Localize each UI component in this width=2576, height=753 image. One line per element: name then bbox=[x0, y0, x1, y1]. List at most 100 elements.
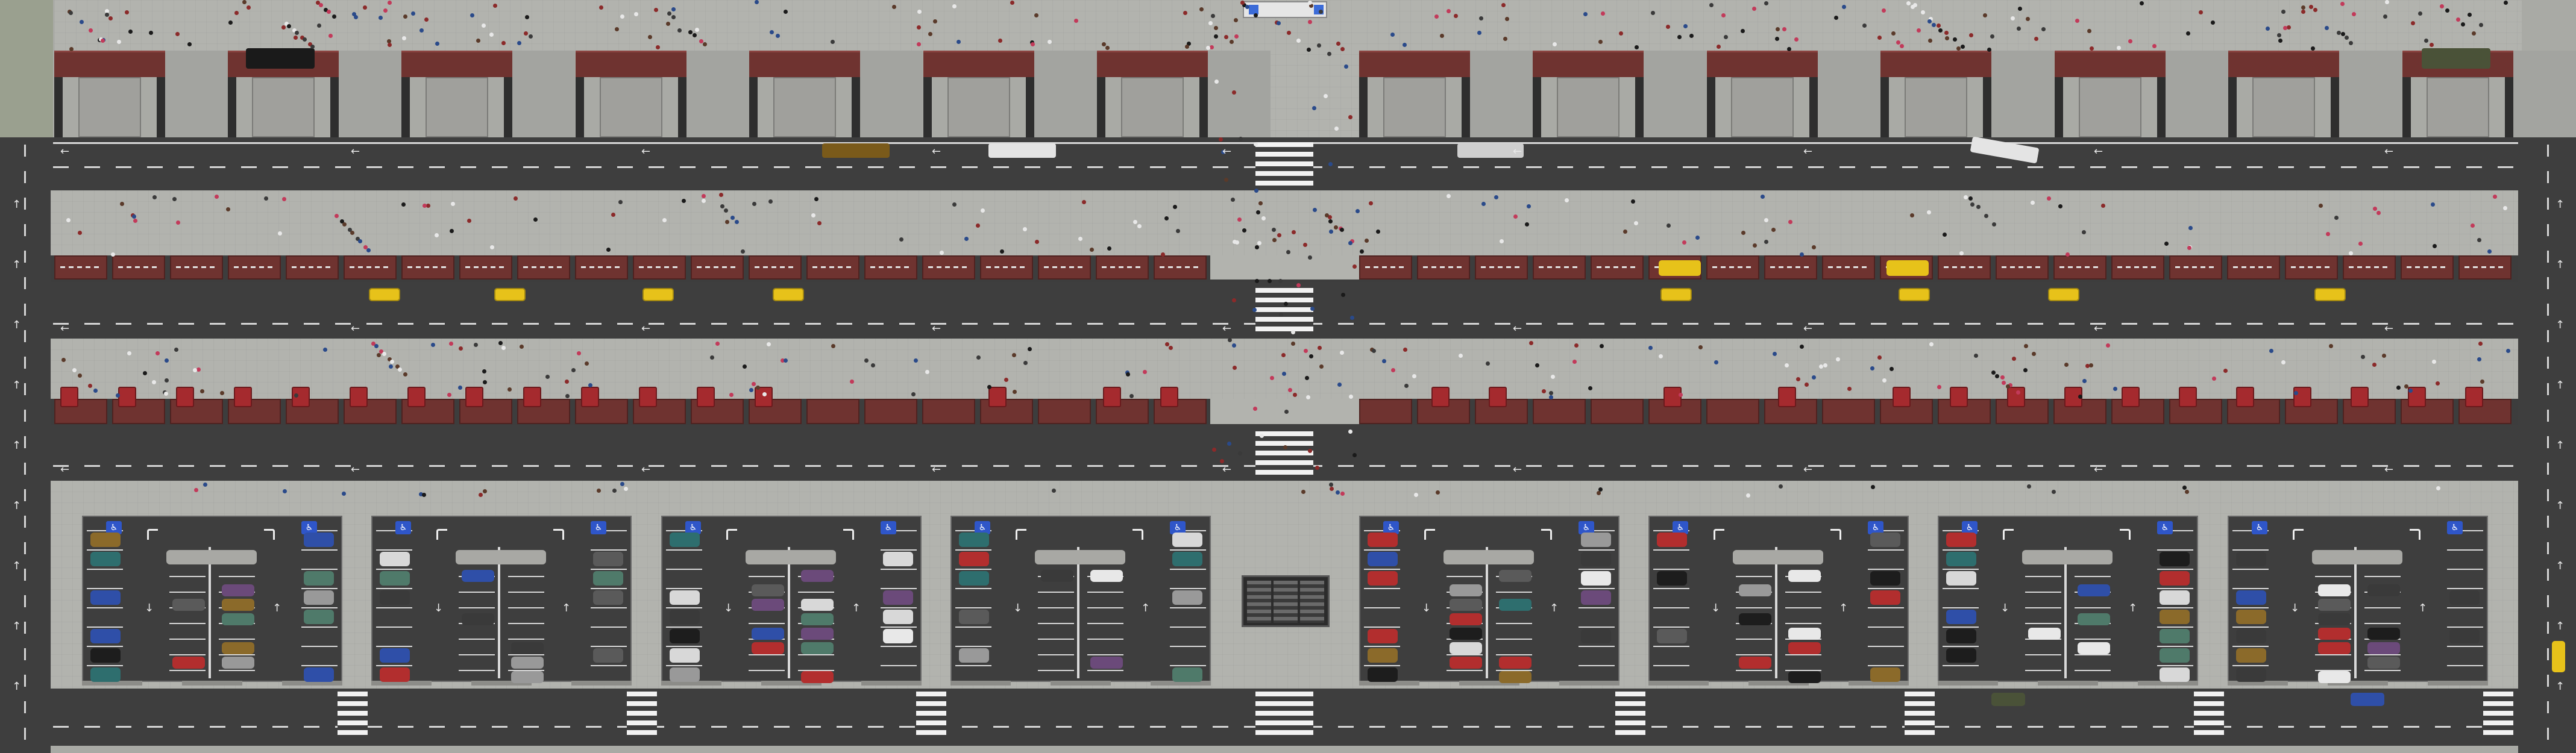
accessible-parking-icon[interactable]: ♿ bbox=[2252, 521, 2267, 534]
parked-car[interactable] bbox=[670, 533, 700, 547]
ticket-booth[interactable] bbox=[234, 387, 252, 407]
parked-car[interactable] bbox=[462, 613, 494, 625]
loading-bay[interactable] bbox=[1383, 77, 1446, 137]
crosswalk-bottom[interactable] bbox=[1255, 692, 1313, 737]
parked-car[interactable] bbox=[1499, 657, 1531, 669]
parked-car[interactable] bbox=[304, 610, 334, 624]
parked-car[interactable] bbox=[222, 642, 254, 654]
crosswalk-middle-1[interactable] bbox=[1255, 288, 1313, 331]
parked-car[interactable] bbox=[752, 642, 784, 654]
parked-car[interactable] bbox=[2078, 613, 2110, 625]
parked-car[interactable] bbox=[2236, 667, 2266, 682]
parked-car[interactable] bbox=[2318, 671, 2351, 683]
parked-car[interactable] bbox=[1172, 590, 1202, 605]
ticket-booth[interactable] bbox=[1431, 387, 1450, 407]
parked-car[interactable] bbox=[172, 599, 205, 611]
parked-car[interactable] bbox=[2236, 648, 2266, 663]
parked-car[interactable] bbox=[2318, 628, 2351, 640]
accessible-parking-icon[interactable]: ♿ bbox=[881, 521, 896, 534]
parked-car[interactable] bbox=[1450, 584, 1482, 596]
taxi-car[interactable] bbox=[1659, 260, 1701, 276]
loading-bay[interactable] bbox=[2252, 77, 2315, 137]
crosswalk-middle-2[interactable] bbox=[1255, 431, 1313, 476]
loading-bay[interactable] bbox=[1557, 77, 1619, 137]
parked-car[interactable] bbox=[2160, 667, 2190, 682]
accessible-parking-icon[interactable]: ♿ bbox=[591, 521, 606, 534]
parked-car[interactable] bbox=[90, 533, 121, 547]
parked-car[interactable] bbox=[883, 629, 913, 643]
parked-car[interactable] bbox=[959, 533, 989, 547]
parked-car[interactable] bbox=[1368, 629, 1398, 643]
parked-car[interactable] bbox=[670, 629, 700, 643]
parked-car[interactable] bbox=[304, 571, 334, 586]
parked-car[interactable] bbox=[2160, 571, 2190, 586]
parked-car[interactable] bbox=[1946, 571, 1976, 586]
loading-bay[interactable] bbox=[1121, 77, 1184, 137]
taxi-car[interactable] bbox=[2552, 641, 2565, 672]
parked-car[interactable] bbox=[511, 671, 544, 683]
ticket-booth[interactable] bbox=[2236, 387, 2254, 407]
parked-car[interactable] bbox=[670, 610, 700, 624]
parked-car[interactable] bbox=[801, 599, 834, 611]
loading-bay[interactable] bbox=[947, 77, 1010, 137]
parked-car[interactable] bbox=[670, 648, 700, 663]
ticket-booth[interactable] bbox=[2179, 387, 2197, 407]
parked-car[interactable] bbox=[883, 552, 913, 566]
parked-car[interactable] bbox=[801, 671, 834, 683]
taxi-car[interactable] bbox=[494, 288, 526, 301]
parked-car[interactable] bbox=[304, 533, 334, 547]
parked-car[interactable] bbox=[90, 552, 121, 566]
crosswalk-bottom[interactable] bbox=[1615, 692, 1645, 737]
parked-car[interactable] bbox=[2367, 628, 2400, 640]
parked-car[interactable] bbox=[304, 590, 334, 605]
accessible-parking-icon[interactable]: ♿ bbox=[395, 521, 411, 534]
parked-car[interactable] bbox=[2160, 629, 2190, 643]
ticket-booth[interactable] bbox=[523, 387, 541, 407]
ticket-booth[interactable] bbox=[407, 387, 426, 407]
parked-car[interactable] bbox=[2367, 642, 2400, 654]
parked-car[interactable] bbox=[959, 552, 989, 566]
ticket-booth[interactable] bbox=[118, 387, 136, 407]
ticket-booth[interactable] bbox=[1489, 387, 1507, 407]
parked-car[interactable] bbox=[959, 571, 989, 586]
parked-car[interactable] bbox=[1946, 533, 1976, 547]
parked-car[interactable] bbox=[1739, 584, 1771, 596]
crosswalk-bottom[interactable] bbox=[338, 692, 368, 737]
parked-car[interactable] bbox=[380, 590, 410, 605]
ticket-booth[interactable] bbox=[1663, 387, 1682, 407]
bus[interactable] bbox=[988, 143, 1056, 158]
parked-car[interactable] bbox=[380, 648, 410, 663]
parked-car[interactable] bbox=[1450, 599, 1482, 611]
parked-car[interactable] bbox=[90, 648, 121, 663]
ticket-booth[interactable] bbox=[1950, 387, 1968, 407]
parked-car[interactable] bbox=[1041, 570, 1073, 582]
parked-car[interactable] bbox=[959, 648, 989, 663]
ticket-booth[interactable] bbox=[2293, 387, 2311, 407]
parked-car[interactable] bbox=[1870, 667, 1900, 682]
ticket-booth[interactable] bbox=[1893, 387, 1911, 407]
parked-car[interactable] bbox=[1581, 590, 1611, 605]
parked-car[interactable] bbox=[801, 642, 834, 654]
ticket-booth[interactable] bbox=[60, 387, 78, 407]
parked-car[interactable] bbox=[2367, 584, 2400, 596]
parked-car[interactable] bbox=[1368, 552, 1398, 566]
parked-car[interactable] bbox=[2236, 590, 2266, 605]
ticket-booth[interactable] bbox=[350, 387, 368, 407]
loading-bay[interactable] bbox=[1905, 77, 1967, 137]
parked-car[interactable] bbox=[222, 657, 254, 669]
parked-car[interactable] bbox=[2236, 610, 2266, 624]
parked-car[interactable] bbox=[1172, 533, 1202, 547]
parked-car[interactable] bbox=[1368, 571, 1398, 586]
parked-car[interactable] bbox=[2160, 590, 2190, 605]
parked-car[interactable] bbox=[2318, 642, 2351, 654]
parked-car[interactable] bbox=[801, 628, 834, 640]
parked-car[interactable] bbox=[801, 613, 834, 625]
parked-car[interactable] bbox=[1946, 629, 1976, 643]
parked-car[interactable] bbox=[959, 610, 989, 624]
parked-car[interactable] bbox=[1788, 642, 1821, 654]
parked-car[interactable] bbox=[1788, 628, 1821, 640]
parked-car[interactable] bbox=[222, 584, 254, 596]
parked-car[interactable] bbox=[1870, 571, 1900, 586]
ticket-booth[interactable] bbox=[697, 387, 715, 407]
ticket-booth[interactable] bbox=[2122, 387, 2140, 407]
